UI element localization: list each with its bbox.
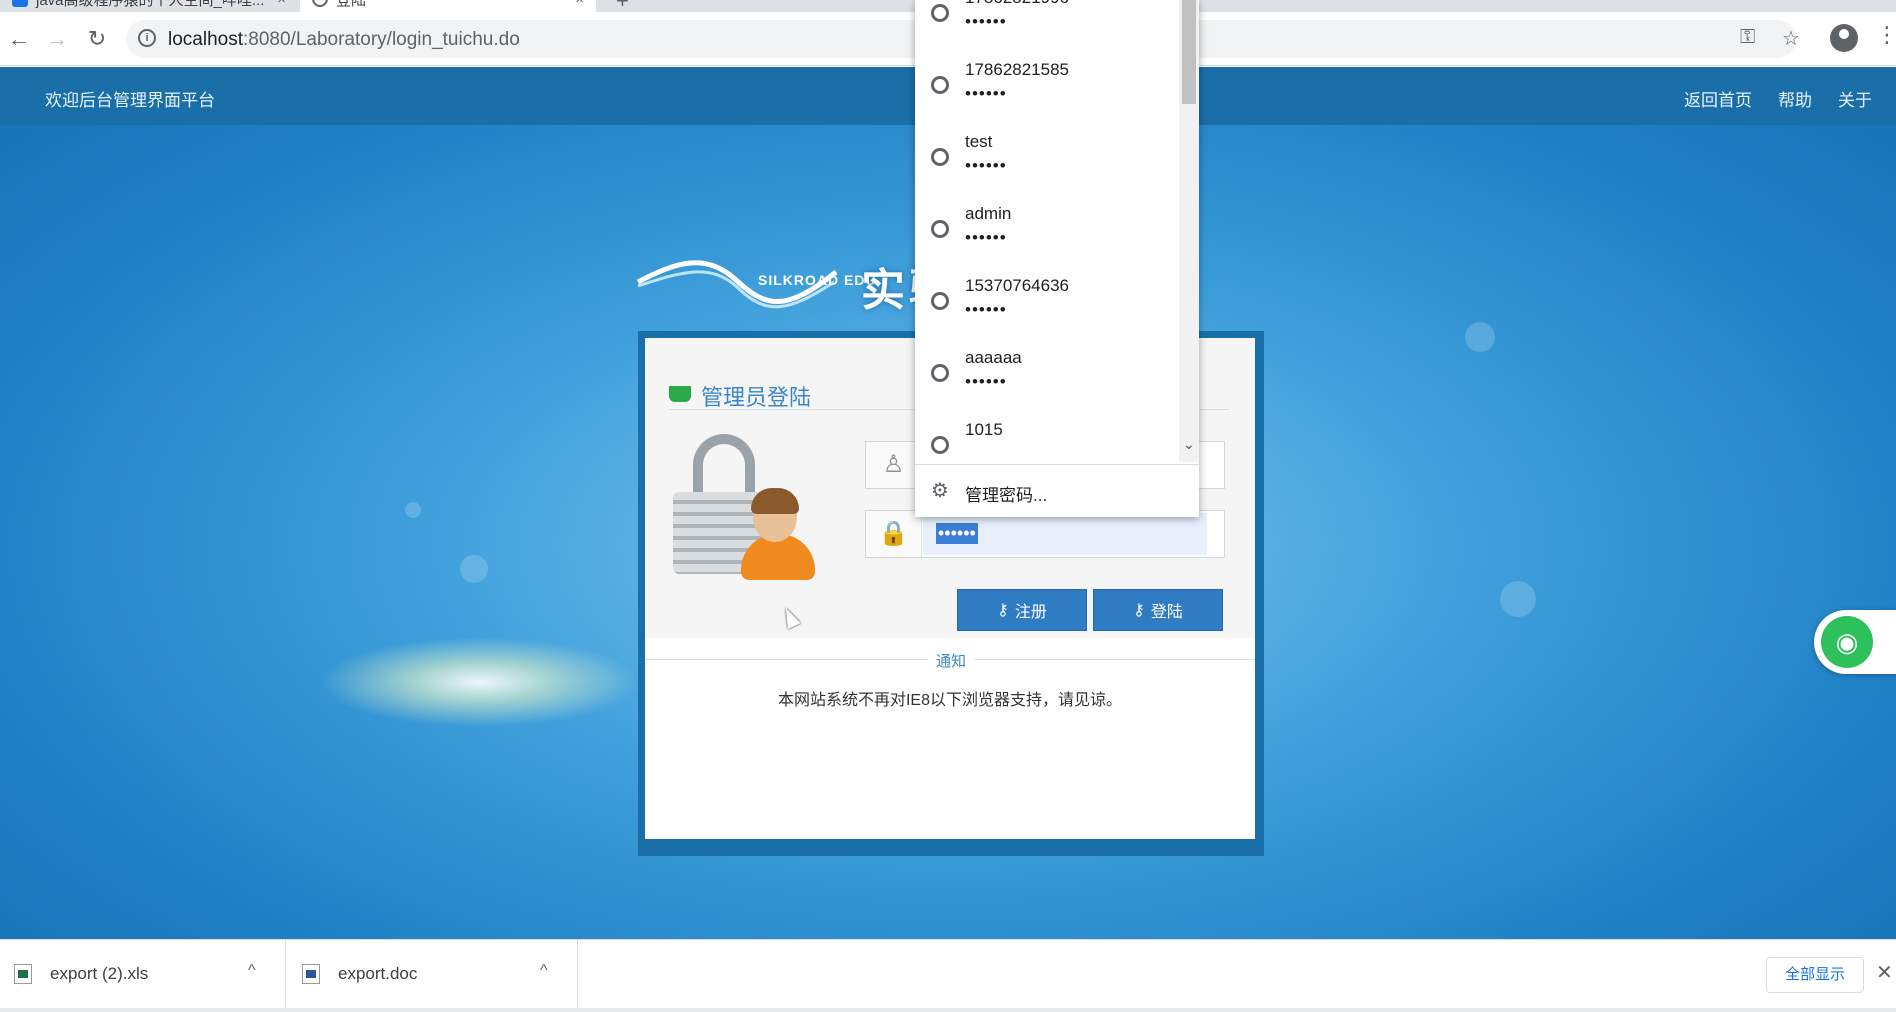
tab-title: 登陆 xyxy=(336,0,367,9)
autofill-username: 15370764636 xyxy=(965,276,1070,295)
new-tab-button[interactable]: + xyxy=(616,0,629,12)
globe-icon xyxy=(931,148,949,166)
profile-avatar[interactable] xyxy=(1830,24,1858,52)
register-button[interactable]: ⚷ 注册 xyxy=(957,589,1087,631)
register-label: 注册 xyxy=(1014,604,1047,621)
autofill-item[interactable]: 1015 xyxy=(915,412,1179,462)
autofill-password: •••••• xyxy=(965,300,1007,319)
autofill-username: 17862821996 xyxy=(965,0,1069,8)
autofill-username: 1015 xyxy=(965,420,1003,439)
autofill-item[interactable]: aaaaaa •••••• xyxy=(915,340,1179,412)
globe-icon xyxy=(931,436,949,454)
site-info-icon[interactable]: i xyxy=(138,29,156,47)
login-title: 管理员登陆 xyxy=(701,385,812,410)
excel-file-icon xyxy=(14,964,32,984)
nav-help-link[interactable]: 帮助 xyxy=(1778,86,1812,111)
logo-brand: SILKROAD EDU xyxy=(758,272,877,288)
autofill-password: •••••• xyxy=(965,372,1007,391)
notice-title: 通知 xyxy=(928,650,975,671)
autofill-password: •••••• xyxy=(965,12,1007,31)
tab-close-icon[interactable]: × xyxy=(575,0,584,8)
back-button[interactable]: ← xyxy=(4,24,34,54)
globe-icon xyxy=(931,364,949,382)
url-text: localhost:8080/Laboratory/login_tuichu.d… xyxy=(168,29,520,51)
scrollbar-thumb[interactable] xyxy=(1182,0,1196,104)
key-icon: ⚷ xyxy=(997,602,1009,619)
autofill-scrollbar[interactable]: ⌄ xyxy=(1179,0,1199,462)
manage-passwords-item[interactable]: ⚙ 管理密码... xyxy=(915,465,1199,517)
user-icon: ♙ xyxy=(866,442,922,488)
word-file-icon xyxy=(302,964,320,984)
autofill-item[interactable]: 17862821996 •••••• xyxy=(915,0,1179,52)
tab-title: java高级程序猿的个人空间_哔哩... xyxy=(36,0,265,9)
nav-home-link[interactable]: 返回首页 xyxy=(1684,86,1752,111)
autofill-password: •••••• xyxy=(965,228,1007,247)
autofill-item[interactable]: 15370764636 •••••• xyxy=(915,268,1179,340)
autofill-item[interactable]: 17862821585 •••••• xyxy=(915,52,1179,124)
download-item[interactable]: export.doc ^ xyxy=(288,940,578,1008)
decor-bubble xyxy=(405,502,421,518)
notice-text: 本网站系统不再对IE8以下浏览器支持，请见谅。 xyxy=(777,692,1123,709)
bilibili-favicon-icon xyxy=(12,0,28,7)
download-shelf: export (2).xls ^ export.doc ^ 全部显示 ✕ xyxy=(0,939,1896,1012)
browser-tab-active[interactable]: 登陆 × xyxy=(300,0,596,12)
lock-icon: 🔒 xyxy=(866,511,922,557)
globe-icon xyxy=(931,292,949,310)
chevron-up-icon[interactable]: ^ xyxy=(540,962,548,980)
scroll-down-icon[interactable]: ⌄ xyxy=(1183,436,1195,453)
password-key-icon[interactable]: ⚿ xyxy=(1740,26,1755,49)
decor-bubble xyxy=(460,555,488,583)
download-item[interactable]: export (2).xls ^ xyxy=(0,940,286,1008)
forward-button[interactable]: → xyxy=(42,24,72,54)
show-all-button[interactable]: 全部显示 xyxy=(1766,957,1864,993)
welcome-text: 欢迎后台管理界面平台 xyxy=(45,91,215,110)
autofill-item[interactable]: admin •••••• xyxy=(915,196,1179,268)
globe-icon xyxy=(931,220,949,238)
download-filename: export.doc xyxy=(338,964,418,983)
reload-button[interactable]: ↻ xyxy=(82,24,112,54)
globe-icon xyxy=(931,76,949,94)
wifi-icon: ◉ xyxy=(1821,616,1873,668)
browser-menu-icon[interactable]: ⋮ xyxy=(1876,22,1896,48)
tab-close-icon[interactable]: × xyxy=(277,0,286,8)
decor-bubble xyxy=(1500,581,1536,617)
autofill-username: test xyxy=(965,132,993,151)
globe-icon xyxy=(931,4,949,22)
lock-user-illustration xyxy=(673,434,823,584)
nav-about-link[interactable]: 关于 xyxy=(1838,86,1872,111)
autofill-item[interactable]: test •••••• xyxy=(915,124,1179,196)
autofill-username: admin xyxy=(965,204,1012,223)
autofill-username: 17862821585 xyxy=(965,60,1070,79)
globe-favicon-icon xyxy=(312,0,328,7)
password-autofill-dropdown: 17862821996 •••••• 17862821585 •••••• te… xyxy=(915,0,1199,517)
autofill-password: •••••• xyxy=(965,84,1007,103)
password-field[interactable]: 🔒 •••••• xyxy=(865,510,1225,558)
login-button[interactable]: ⚷ 登陆 xyxy=(1093,589,1223,631)
download-filename: export (2).xls xyxy=(50,964,149,983)
decor-cloud xyxy=(320,637,640,727)
bookmark-star-icon[interactable]: ☆ xyxy=(1782,26,1800,51)
url-path: :8080/Laboratory/login_tuichu.do xyxy=(243,29,520,50)
autofill-password: •••••• xyxy=(965,156,1007,175)
close-shelf-icon[interactable]: ✕ xyxy=(1876,960,1893,985)
coffee-cup-icon xyxy=(669,386,691,402)
url-host: localhost xyxy=(168,29,243,50)
decor-bubble xyxy=(1465,322,1495,352)
gear-icon: ⚙ xyxy=(931,480,949,502)
autofill-list: 17862821996 •••••• 17862821585 •••••• te… xyxy=(915,0,1179,462)
browser-tab[interactable]: java高级程序猿的个人空间_哔哩... × xyxy=(0,0,298,12)
password-value: •••••• xyxy=(936,523,978,544)
autofill-username: aaaaaa xyxy=(965,348,1022,367)
manage-passwords-label: 管理密码... xyxy=(965,486,1048,505)
chevron-up-icon[interactable]: ^ xyxy=(248,962,256,980)
floating-wifi-widget[interactable]: ◉ xyxy=(1814,610,1896,674)
login-label: 登陆 xyxy=(1150,604,1183,621)
header-nav: 返回首页 帮助 关于 xyxy=(1684,86,1872,111)
key-icon: ⚷ xyxy=(1133,602,1145,619)
